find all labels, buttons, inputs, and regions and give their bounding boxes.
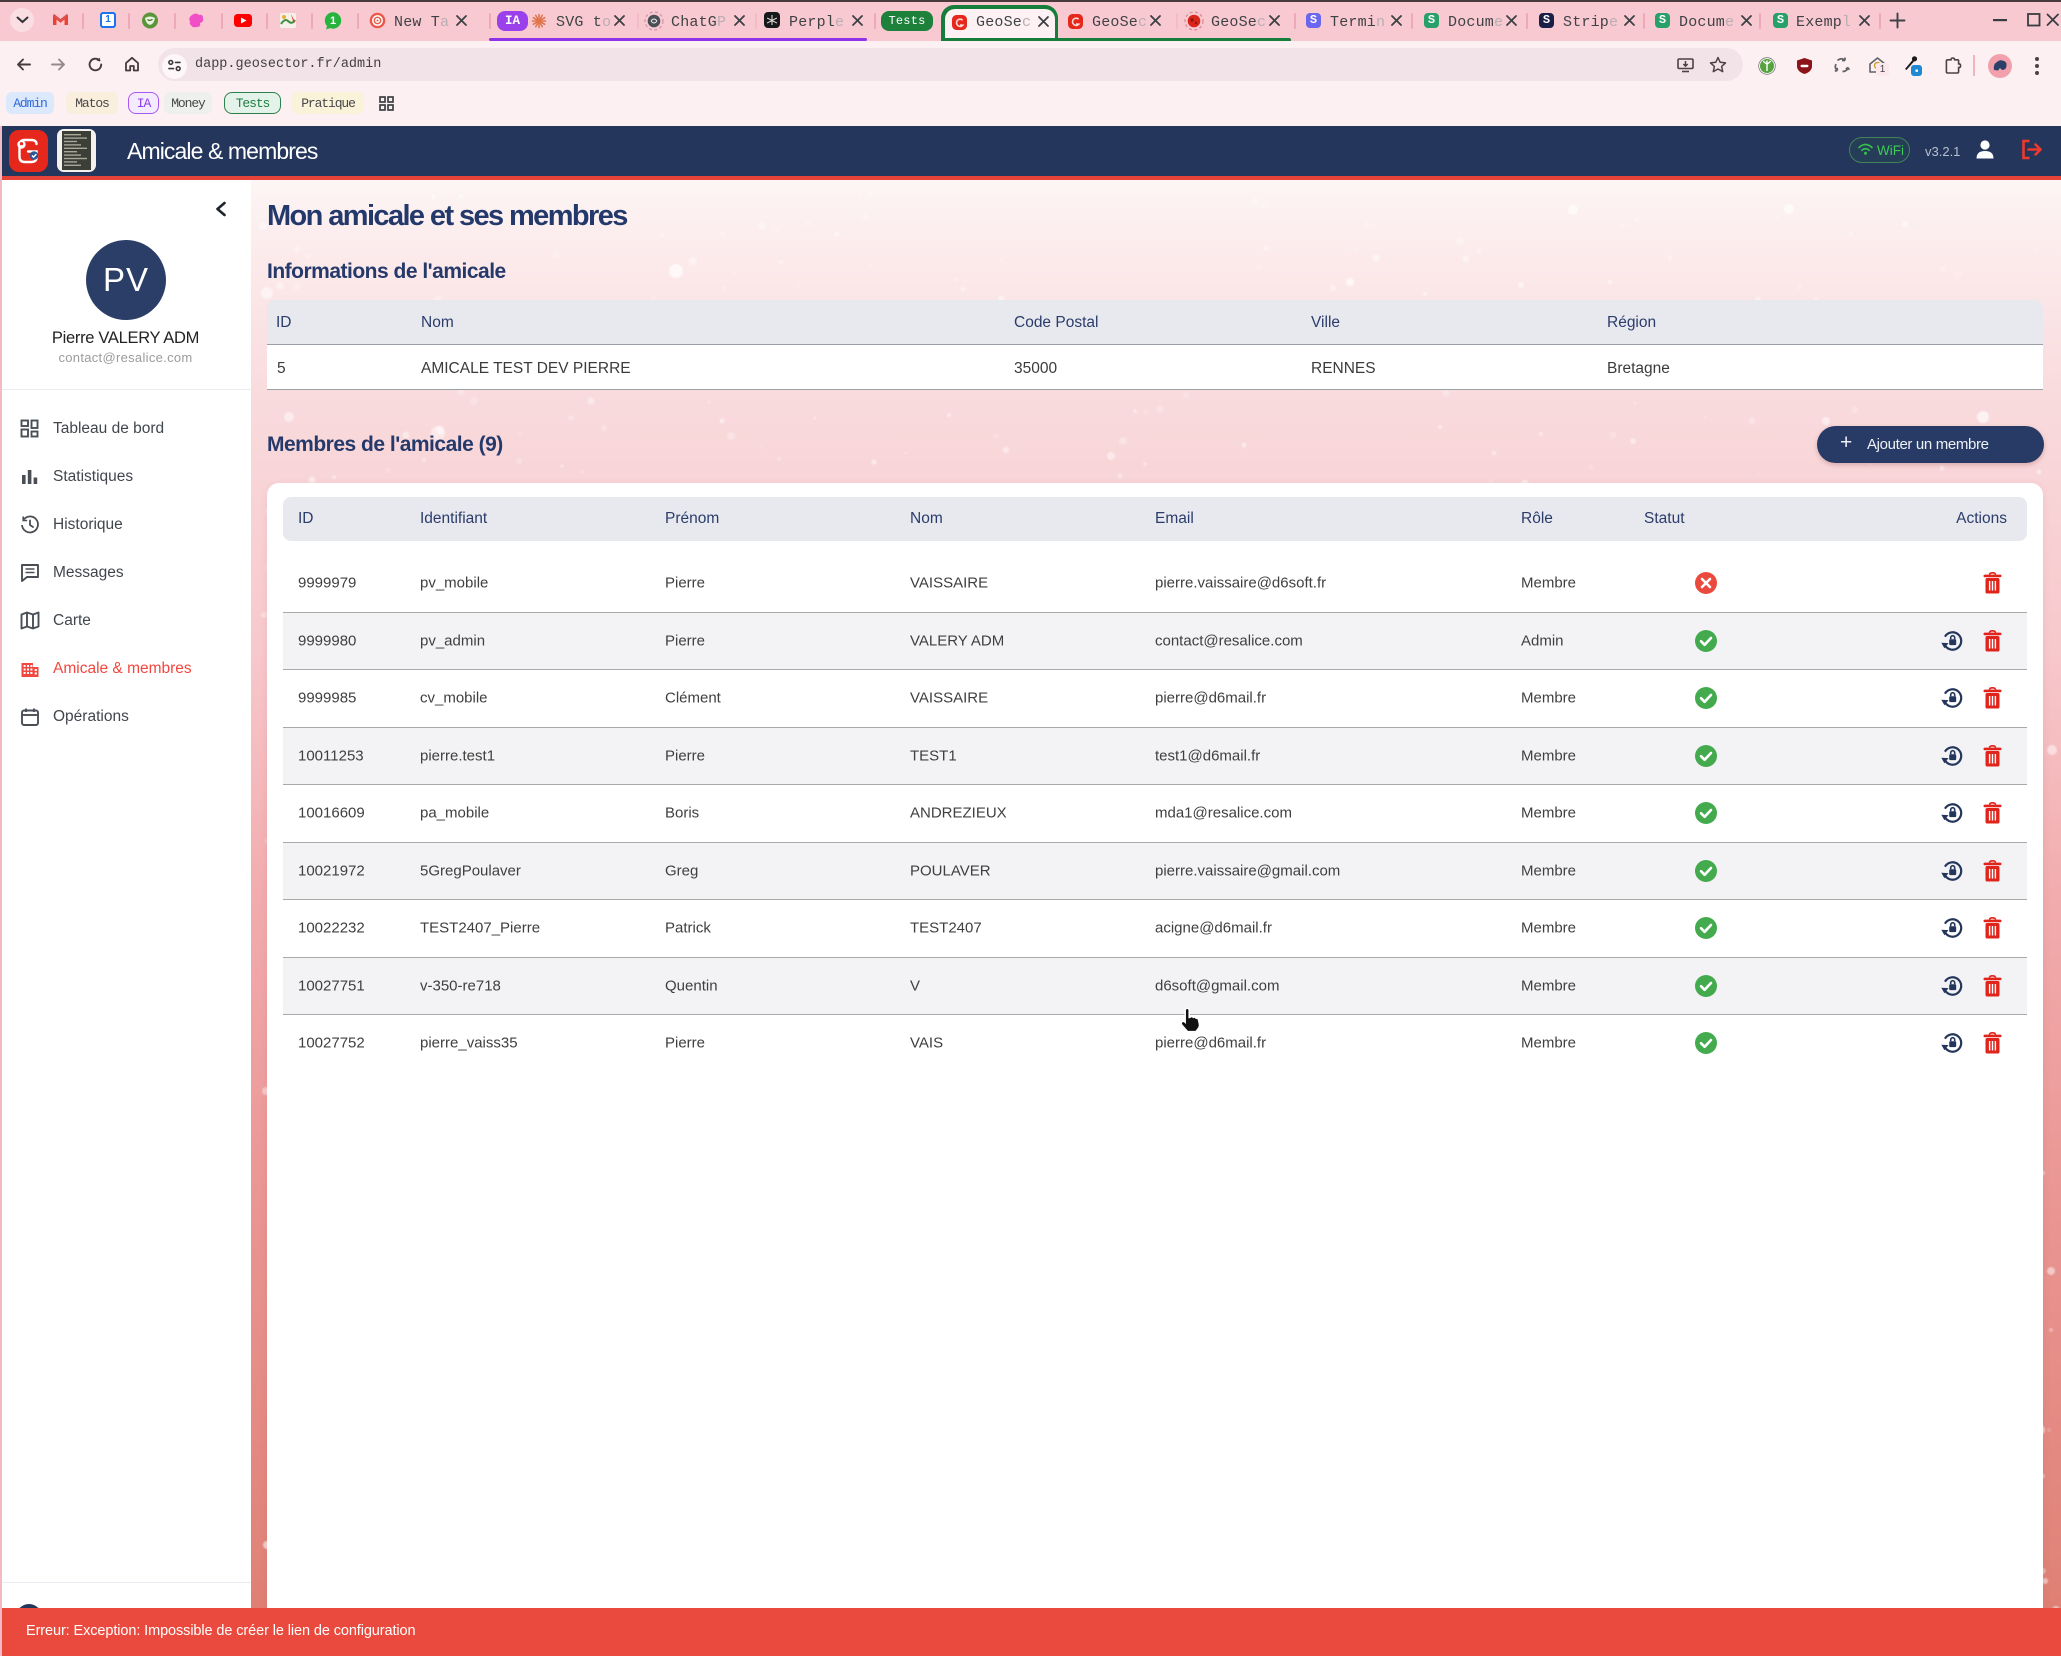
svg-text:1: 1 <box>330 15 336 27</box>
